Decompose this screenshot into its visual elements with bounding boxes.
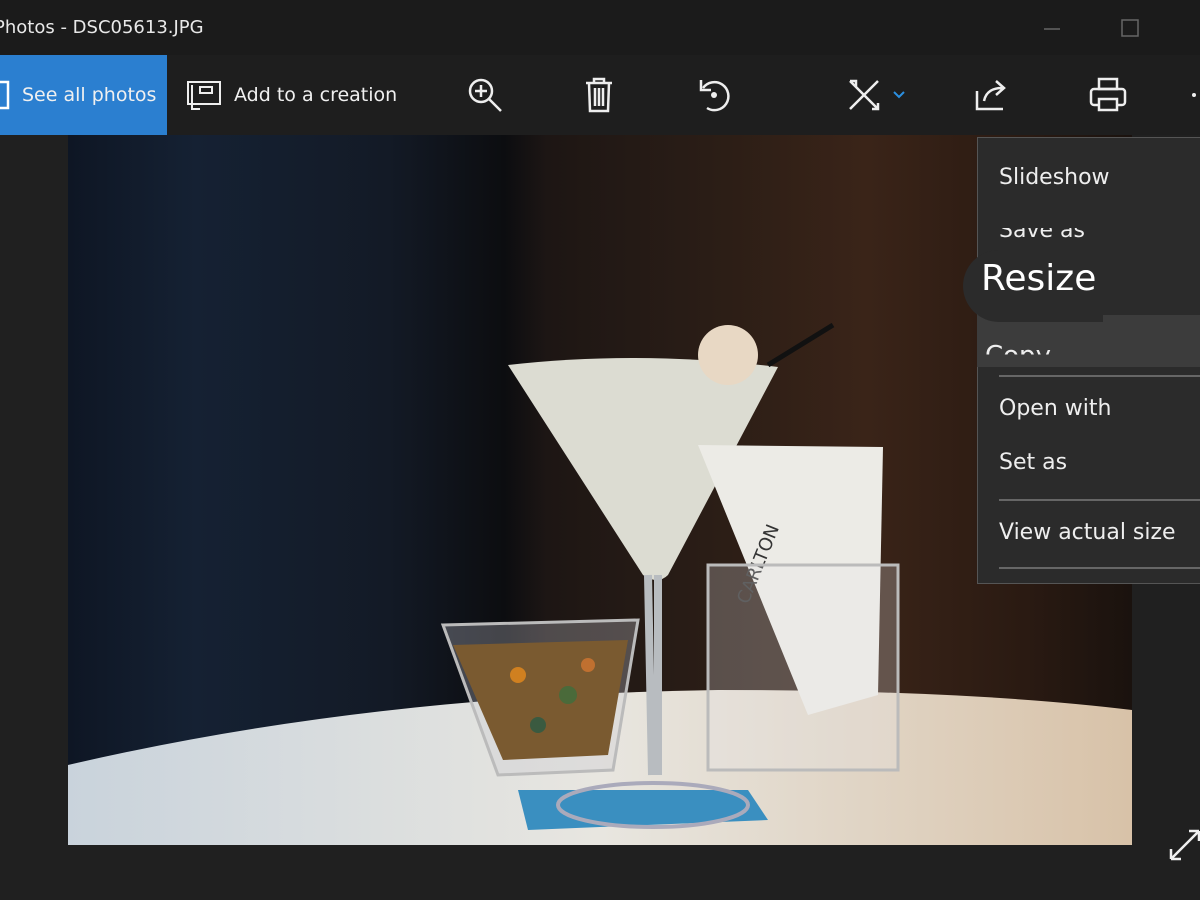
- share-button[interactable]: [974, 55, 1010, 135]
- see-all-photos-button[interactable]: See all photos: [0, 55, 167, 135]
- menu-separator: [999, 567, 1200, 569]
- more-icon: [1190, 90, 1200, 100]
- rotate-button[interactable]: [695, 55, 733, 135]
- title-bar: Photos - DSC05613.JPG: [0, 0, 1200, 55]
- fullscreen-button[interactable]: [1168, 828, 1200, 862]
- delete-button[interactable]: [583, 55, 615, 135]
- photos-icon: [0, 80, 10, 110]
- expand-icon: [1168, 828, 1200, 862]
- zoom-in-button[interactable]: [466, 55, 504, 135]
- edit-create-button[interactable]: [846, 55, 906, 135]
- menu-separator: [999, 499, 1200, 501]
- edit-icon: [846, 77, 882, 113]
- print-icon: [1089, 77, 1127, 113]
- menu-item-slideshow[interactable]: Slideshow: [999, 165, 1110, 190]
- minimize-button[interactable]: [1040, 14, 1066, 40]
- menu-item-copy[interactable]: Copy: [977, 315, 1200, 367]
- zoom-in-icon: [466, 76, 504, 114]
- resize-callout[interactable]: Resize: [963, 250, 1103, 322]
- window-title: Photos - DSC05613.JPG: [0, 17, 204, 38]
- resize-label: Resize: [981, 258, 1097, 299]
- rotate-icon: [695, 76, 733, 114]
- toolbar: See all photos Add to a creation: [0, 55, 1200, 135]
- share-icon: [974, 77, 1010, 113]
- chevron-down-icon: [892, 90, 906, 100]
- add-to-creation-button[interactable]: Add to a creation: [186, 55, 397, 135]
- menu-item-set-as[interactable]: Set as: [999, 450, 1067, 475]
- menu-item-save-as[interactable]: Save as: [999, 228, 1085, 243]
- delete-icon: [583, 76, 615, 114]
- copy-label: Copy: [985, 341, 1051, 371]
- print-button[interactable]: [1089, 55, 1127, 135]
- menu-item-open-with[interactable]: Open with: [999, 396, 1111, 421]
- add-creation-label: Add to a creation: [234, 84, 398, 106]
- menu-item-view-actual-size[interactable]: View actual size: [999, 520, 1176, 545]
- creation-icon: [186, 79, 222, 111]
- see-all-label: See all photos: [22, 84, 157, 106]
- more-button[interactable]: [1190, 55, 1200, 135]
- menu-separator: [999, 375, 1200, 377]
- maximize-button[interactable]: [1118, 14, 1144, 40]
- photo: CARLTON: [68, 135, 1132, 845]
